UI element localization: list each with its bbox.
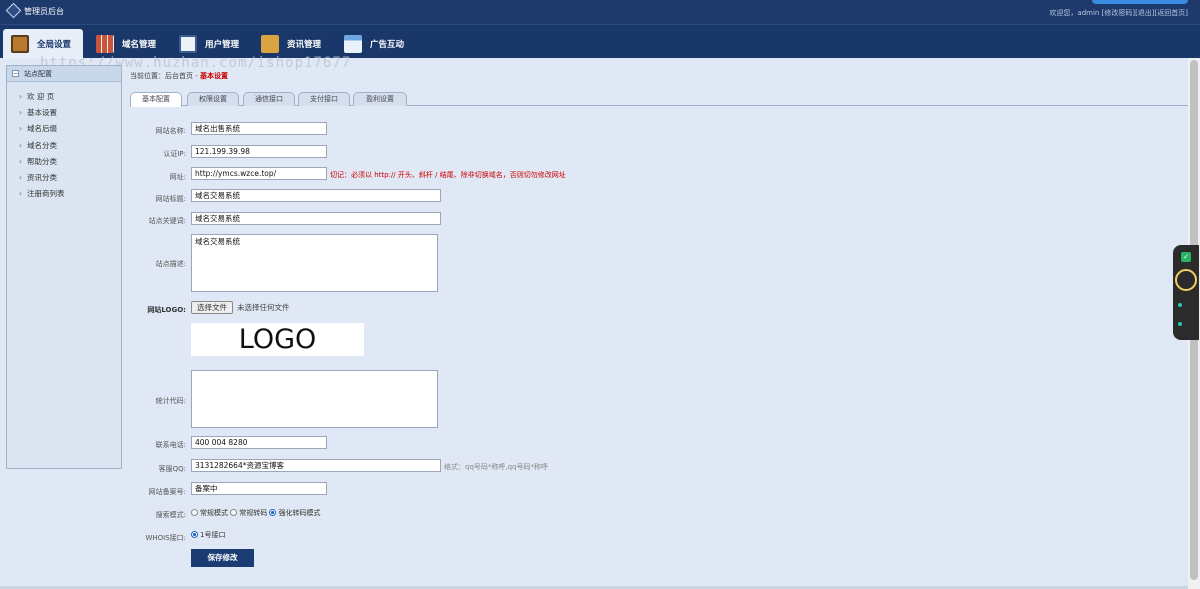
tab-permissions[interactable]: 权限设置 bbox=[187, 92, 239, 106]
qq-input[interactable]: 3131282664*资源宝博客 bbox=[191, 459, 441, 472]
tab-communication[interactable]: 通信接口 bbox=[243, 92, 295, 106]
url-input[interactable]: http://ymcs.wzce.top/ bbox=[191, 167, 327, 180]
change-password-link[interactable]: [修改密码] bbox=[1102, 9, 1135, 17]
status-dot-icon bbox=[1178, 303, 1182, 307]
sidebar-item-news-category[interactable]: 资讯分类 bbox=[19, 172, 121, 188]
site-title-label: 网站标题: bbox=[155, 195, 186, 203]
ad-window-icon bbox=[344, 35, 362, 53]
choose-file-button[interactable]: 选择文件 bbox=[191, 301, 233, 314]
floating-toolbar[interactable]: ✓ bbox=[1173, 245, 1199, 340]
app-title: 管理员后台 bbox=[24, 7, 64, 16]
collapse-icon[interactable]: − bbox=[12, 70, 19, 77]
radio-icon bbox=[230, 509, 238, 516]
top-bar: 管理员后台 欢迎您，admin [修改密码][退出][返回首页] bbox=[0, 0, 1200, 24]
logout-link[interactable]: [退出] bbox=[1135, 9, 1154, 17]
icp-label: 网站备案号: bbox=[148, 488, 186, 496]
nav-label: 域名管理 bbox=[122, 40, 157, 50]
sidebar-item-basic-settings[interactable]: 基本设置 bbox=[19, 107, 121, 123]
tab-payment[interactable]: 支付接口 bbox=[298, 92, 350, 106]
speed-ring-icon bbox=[1175, 269, 1197, 291]
nav-label: 广告互动 bbox=[370, 40, 405, 50]
top-pill-decoration bbox=[1092, 0, 1188, 4]
sidebar-header[interactable]: − 站点配置 bbox=[7, 66, 121, 82]
search-mode-group: 常规模式 常规转码 强化转码模式 bbox=[191, 508, 320, 518]
search-mode-option-enhanced[interactable]: 强化转码模式 bbox=[269, 509, 320, 517]
search-mode-option-normal[interactable]: 常规模式 bbox=[191, 509, 228, 517]
app-logo-icon bbox=[5, 2, 22, 19]
stats-textarea[interactable] bbox=[191, 370, 438, 428]
site-name-label: 网站名称: bbox=[155, 127, 186, 135]
breadcrumb-current: 基本设置 bbox=[199, 72, 228, 80]
nav-label: 资讯管理 bbox=[287, 40, 322, 50]
logo-preview: LOGO bbox=[191, 323, 364, 356]
sidebar-item-domain-category[interactable]: 域名分类 bbox=[19, 140, 121, 156]
breadcrumb-prefix: 当前位置：后台首页 - bbox=[130, 72, 200, 80]
phone-label: 联系电话: bbox=[155, 441, 186, 449]
news-folder-icon bbox=[261, 35, 279, 53]
breadcrumb: 当前位置：后台首页 - 基本设置 bbox=[130, 71, 228, 81]
tab-basic-config[interactable]: 基本配置 bbox=[130, 92, 182, 107]
sidebar: − 站点配置 欢 迎 页 基本设置 域名后缀 域名分类 帮助分类 资讯分类 注册… bbox=[6, 65, 122, 469]
sidebar-title: 站点配置 bbox=[24, 69, 52, 78]
site-title-input[interactable]: 域名交易系统 bbox=[191, 189, 441, 202]
radio-selected-icon bbox=[269, 509, 277, 516]
qq-format-hint: 格式：qq号码*称呼,qq号码*称呼 bbox=[444, 463, 548, 471]
main-nav: 全局设置 域名管理 用户管理 资讯管理 广告互动 bbox=[0, 24, 1200, 59]
shield-check-icon[interactable]: ✓ bbox=[1181, 252, 1191, 262]
sidebar-item-registrar-list[interactable]: 注册商列表 bbox=[19, 188, 121, 204]
search-mode-option-normal-transcode[interactable]: 常规转码 bbox=[230, 509, 267, 517]
url-warning: 切记：必须以 http:// 开头、斜杆 / 结尾、除非切换域名，否则切勿修改网… bbox=[330, 171, 566, 179]
whois-option[interactable]: 1号接口 bbox=[191, 530, 225, 540]
whois-label: WHOIS接口: bbox=[145, 534, 186, 542]
nav-label: 用户管理 bbox=[205, 40, 240, 50]
settings-box-icon bbox=[11, 35, 29, 53]
save-button[interactable]: 保存修改 bbox=[191, 549, 254, 567]
status-dot-icon bbox=[1178, 322, 1182, 326]
auth-ip-input[interactable]: 121.199.39.98 bbox=[191, 145, 327, 158]
radio-selected-icon bbox=[191, 531, 198, 538]
keywords-input[interactable]: 域名交易系统 bbox=[191, 212, 441, 225]
sidebar-menu: 欢 迎 页 基本设置 域名后缀 域名分类 帮助分类 资讯分类 注册商列表 bbox=[7, 82, 121, 204]
stats-label: 统计代码: bbox=[155, 397, 186, 405]
user-links: 欢迎您，admin [修改密码][退出][返回首页] bbox=[1049, 8, 1188, 18]
sidebar-item-welcome[interactable]: 欢 迎 页 bbox=[19, 91, 121, 107]
sidebar-item-help-category[interactable]: 帮助分类 bbox=[19, 156, 121, 172]
qq-label: 客服QQ: bbox=[158, 465, 186, 473]
file-status: 未选择任何文件 bbox=[237, 303, 290, 312]
settings-tabs: 基本配置 权限设置 通信接口 支付接口 盈利设置 bbox=[130, 92, 1188, 107]
user-card-icon bbox=[179, 35, 197, 53]
home-link[interactable]: [返回首页] bbox=[1155, 9, 1188, 17]
description-label: 站点描述: bbox=[155, 260, 186, 268]
description-textarea[interactable]: 域名交易系统 bbox=[191, 234, 438, 292]
search-mode-label: 搜索模式: bbox=[155, 511, 186, 519]
url-label: 网址: bbox=[169, 173, 186, 181]
logo-label: 网站LOGO: bbox=[147, 306, 186, 314]
auth-ip-label: 认证IP: bbox=[163, 150, 186, 158]
radio-icon bbox=[191, 509, 198, 516]
domain-grid-icon bbox=[96, 35, 114, 53]
sidebar-item-domain-suffix[interactable]: 域名后缀 bbox=[19, 123, 121, 139]
keywords-label: 站点关键词: bbox=[148, 217, 186, 225]
tab-profit[interactable]: 盈利设置 bbox=[353, 92, 407, 106]
welcome-text: 欢迎您，admin bbox=[1049, 9, 1100, 17]
phone-input[interactable]: 400 004 8280 bbox=[191, 436, 327, 449]
icp-input[interactable]: 备案中 bbox=[191, 482, 327, 495]
site-name-input[interactable]: 域名出售系统 bbox=[191, 122, 327, 135]
nav-label: 全局设置 bbox=[37, 40, 72, 50]
